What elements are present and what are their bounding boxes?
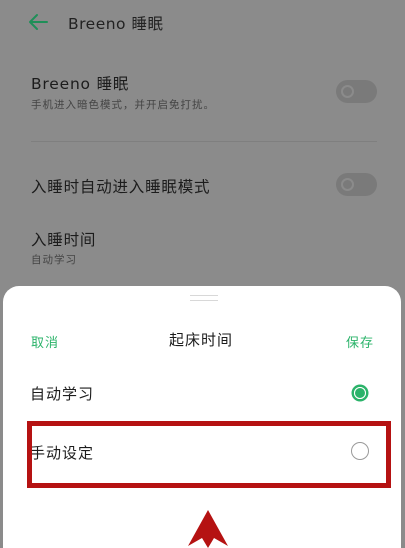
option-auto-learn-radio[interactable] — [351, 384, 369, 402]
sleep-time-title[interactable]: 入睡时间 — [31, 228, 96, 250]
option-auto-learn-label[interactable]: 自动学习 — [30, 383, 94, 404]
toggle-knob — [341, 85, 354, 98]
auto-sleep-mode-toggle[interactable] — [336, 173, 377, 196]
app-header: Breeno 睡眠 — [0, 0, 405, 44]
radio-selected-icon — [351, 384, 369, 402]
sleep-setting-title: Breeno 睡眠 — [31, 75, 130, 93]
toggle-knob — [341, 178, 354, 191]
sleep-toggle[interactable] — [336, 80, 377, 103]
save-button[interactable]: 保存 — [346, 332, 374, 351]
auto-sleep-mode-title: 入睡时自动进入睡眠模式 — [31, 178, 211, 196]
sleep-time-value: 自动学习 — [31, 254, 77, 266]
divider — [31, 141, 377, 142]
page-title: Breeno 睡眠 — [68, 15, 164, 33]
sheet-title: 起床时间 — [169, 331, 234, 349]
sleep-setting-subtitle: 手机进入暗色模式，并开启免打扰。 — [31, 99, 215, 111]
back-arrow-icon[interactable] — [27, 12, 49, 32]
annotation-arrow-icon — [188, 510, 228, 548]
cancel-button[interactable]: 取消 — [31, 332, 59, 351]
highlight-annotation-box — [27, 421, 391, 488]
sheet-drag-handle[interactable] — [190, 295, 218, 301]
